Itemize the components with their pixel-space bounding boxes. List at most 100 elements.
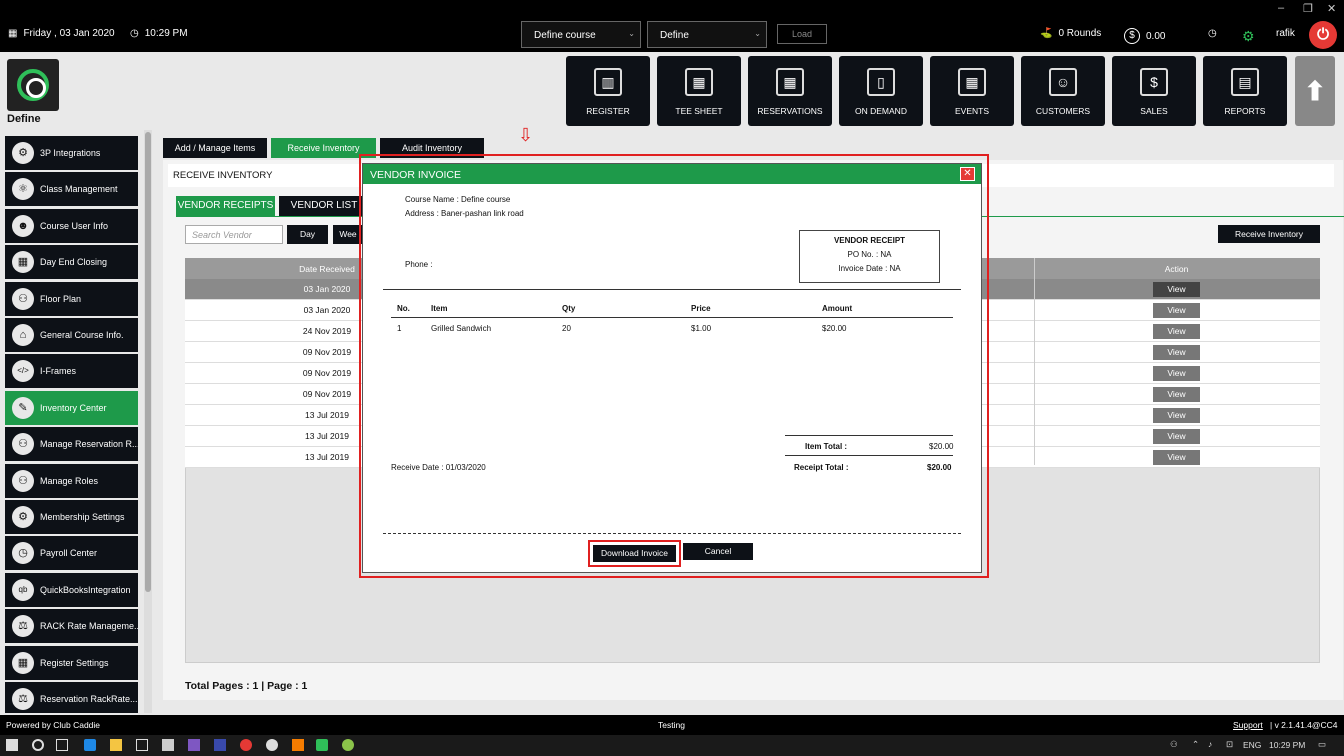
module-tee-sheet[interactable]: ▦ TEE SHEET <box>657 56 741 126</box>
status-footer: Powered by Club Caddie Testing Support |… <box>0 715 1344 735</box>
sidebar-item-label: I-Frames <box>40 366 76 377</box>
view-button[interactable]: View <box>1153 282 1200 297</box>
tab-vendor-list[interactable]: VENDOR LIST <box>279 196 369 216</box>
receive-inventory-button[interactable]: Receive Inventory <box>1218 225 1320 243</box>
sidebar-item-manage-roles[interactable]: ⚇ Manage Roles <box>5 463 138 498</box>
tab-vendor-receipts[interactable]: VENDOR RECEIPTS <box>176 196 275 216</box>
cancel-button[interactable]: Cancel <box>683 543 753 560</box>
power-icon[interactable]: ⏻ <box>1309 21 1337 49</box>
download-invoice-button[interactable]: Download Invoice <box>593 545 676 562</box>
file-explorer-icon[interactable] <box>110 739 122 751</box>
line-amount: $20.00 <box>822 324 847 333</box>
dollar-icon: $ <box>1124 28 1140 44</box>
sidebar-item-icon: ⌂ <box>12 324 34 346</box>
volume-icon[interactable]: ♪ <box>1208 739 1212 749</box>
close-icon[interactable]: ✕ <box>960 167 975 181</box>
sidebar-item-label: Membership Settings <box>40 512 125 522</box>
sidebar-item-general-course-info[interactable]: ⌂ General Course Info. <box>5 318 138 352</box>
view-button[interactable]: View <box>1153 408 1200 423</box>
store-icon[interactable] <box>162 739 174 751</box>
tab-add-manage-items[interactable]: Add / Manage Items <box>163 138 267 158</box>
sidebar-item-inventory-center[interactable]: ✎ Inventory Center <box>5 390 138 425</box>
course-select[interactable]: Define course ⌄ <box>521 21 641 48</box>
username: rafik <box>1276 28 1295 39</box>
module-reports[interactable]: ▤ REPORTS <box>1203 56 1287 126</box>
task-view-icon[interactable] <box>56 739 68 751</box>
search-icon[interactable] <box>32 739 44 751</box>
sidebar-item-class-management[interactable]: ⚛ Class Management <box>5 172 138 207</box>
people-icon[interactable]: ⚇ <box>1170 739 1178 750</box>
sidebar-item-register-settings[interactable]: ▦ Register Settings <box>5 645 138 680</box>
settings-gear-icon[interactable]: ⚙ <box>1242 28 1255 45</box>
app-icon[interactable] <box>342 739 354 751</box>
scroll-up-icon[interactable]: ⬆ <box>1295 56 1335 126</box>
ide-icon[interactable] <box>214 739 226 751</box>
down-arrow-icon: ⇩ <box>518 125 534 145</box>
column-date-received: Date Received <box>299 264 355 274</box>
row-date: 03 Jan 2020 <box>303 305 351 315</box>
visual-studio-icon[interactable] <box>188 739 200 751</box>
network-icon[interactable]: ⊡ <box>1226 739 1233 750</box>
sidebar-item-quickbooksintegration[interactable]: qb QuickBooksIntegration <box>5 572 138 607</box>
chrome-icon[interactable] <box>240 739 252 751</box>
define-select[interactable]: Define ⌄ <box>647 21 767 48</box>
module-on-demand[interactable]: ▯ ON DEMAND <box>839 56 923 126</box>
view-button[interactable]: View <box>1153 324 1200 339</box>
sidebar-item-day-end-closing[interactable]: ▦ Day End Closing <box>5 245 138 280</box>
view-button[interactable]: View <box>1153 303 1200 318</box>
sublime-icon[interactable] <box>292 739 304 751</box>
language-indicator[interactable]: ENG <box>1243 740 1261 750</box>
support-link[interactable]: Support <box>1233 720 1263 730</box>
module-customers[interactable]: ☺ CUSTOMERS <box>1021 56 1105 126</box>
sidebar-item-3p-integrations[interactable]: ⚙ 3P Integrations <box>5 136 138 170</box>
sidebar-item-payroll-center[interactable]: ◷ Payroll Center <box>5 536 138 571</box>
receipt-total-label: Receipt Total : <box>794 463 849 472</box>
club-logo <box>7 59 59 111</box>
sidebar-item-rack-rate-manageme[interactable]: ⚖ RACK Rate Manageme... <box>5 609 138 644</box>
sidebar-item-label: Class Management <box>40 184 118 195</box>
club-caddie-taskbar-icon[interactable] <box>316 739 328 751</box>
view-button[interactable]: View <box>1153 345 1200 360</box>
sidebar-item-manage-reservation-r[interactable]: ⚇ Manage Reservation R... <box>5 427 138 462</box>
notification-icon[interactable]: ▭ <box>1318 739 1326 750</box>
sidebar-item-floor-plan[interactable]: ⚇ Floor Plan <box>5 281 138 316</box>
restore-button[interactable]: ❐ <box>1303 2 1313 15</box>
module-register[interactable]: ▥ REGISTER <box>566 56 650 126</box>
browser-icon[interactable] <box>266 739 278 751</box>
filter-day-button[interactable]: Day <box>287 225 328 244</box>
module-label: RESERVATIONS <box>757 106 823 116</box>
minimize-button[interactable]: – <box>1278 2 1284 14</box>
taskbar-clock[interactable]: 10:29 PM <box>1269 740 1305 750</box>
calendar-icon: ▦ <box>685 68 713 96</box>
windows-start-icon[interactable] <box>6 739 18 751</box>
close-window-button[interactable]: ✕ <box>1327 2 1336 15</box>
module-label: EVENTS <box>954 106 989 116</box>
search-vendor-input[interactable]: Search Vendor <box>185 225 283 244</box>
sidebar-item-label: 3P Integrations <box>40 148 101 158</box>
sidebar-scrollbar[interactable] <box>144 130 152 713</box>
sidebar-item-i-frames[interactable]: </> I-Frames <box>5 354 138 389</box>
sidebar-item-label: Reservation RackRate... <box>40 694 138 704</box>
edge-icon[interactable] <box>84 739 96 751</box>
sidebar: ⚙ 3P Integrations ⚛ Class Management ☻ Course… <box>0 130 152 713</box>
rounds-count: 0 Rounds <box>1058 28 1102 39</box>
load-button[interactable]: Load <box>777 24 827 44</box>
view-button[interactable]: View <box>1153 429 1200 444</box>
sidebar-item-reservation-rackrate[interactable]: ⚖ Reservation RackRate... <box>5 682 138 713</box>
chevron-down-icon: ⌄ <box>754 29 761 38</box>
module-events[interactable]: ▦ EVENTS <box>930 56 1014 126</box>
row-date: 13 Jul 2019 <box>305 410 349 420</box>
sidebar-item-course-user-info[interactable]: ☻ Course User Info <box>5 208 138 243</box>
sidebar-item-membership-settings[interactable]: ⚙ Membership Settings <box>5 500 138 534</box>
view-button[interactable]: View <box>1153 450 1200 465</box>
module-reservations[interactable]: ▦ RESERVATIONS <box>748 56 832 126</box>
view-button[interactable]: View <box>1153 387 1200 402</box>
sidebar-item-icon: ⚛ <box>12 178 34 201</box>
history-icon[interactable]: ◷ <box>1208 28 1217 39</box>
mail-icon[interactable] <box>136 739 148 751</box>
module-sales[interactable]: $ SALES <box>1112 56 1196 126</box>
row-date: 09 Nov 2019 <box>302 389 352 399</box>
chevron-up-icon[interactable]: ⌃ <box>1192 739 1199 750</box>
current-date: Friday , 03 Jan 2020 <box>23 28 115 39</box>
view-button[interactable]: View <box>1153 366 1200 381</box>
